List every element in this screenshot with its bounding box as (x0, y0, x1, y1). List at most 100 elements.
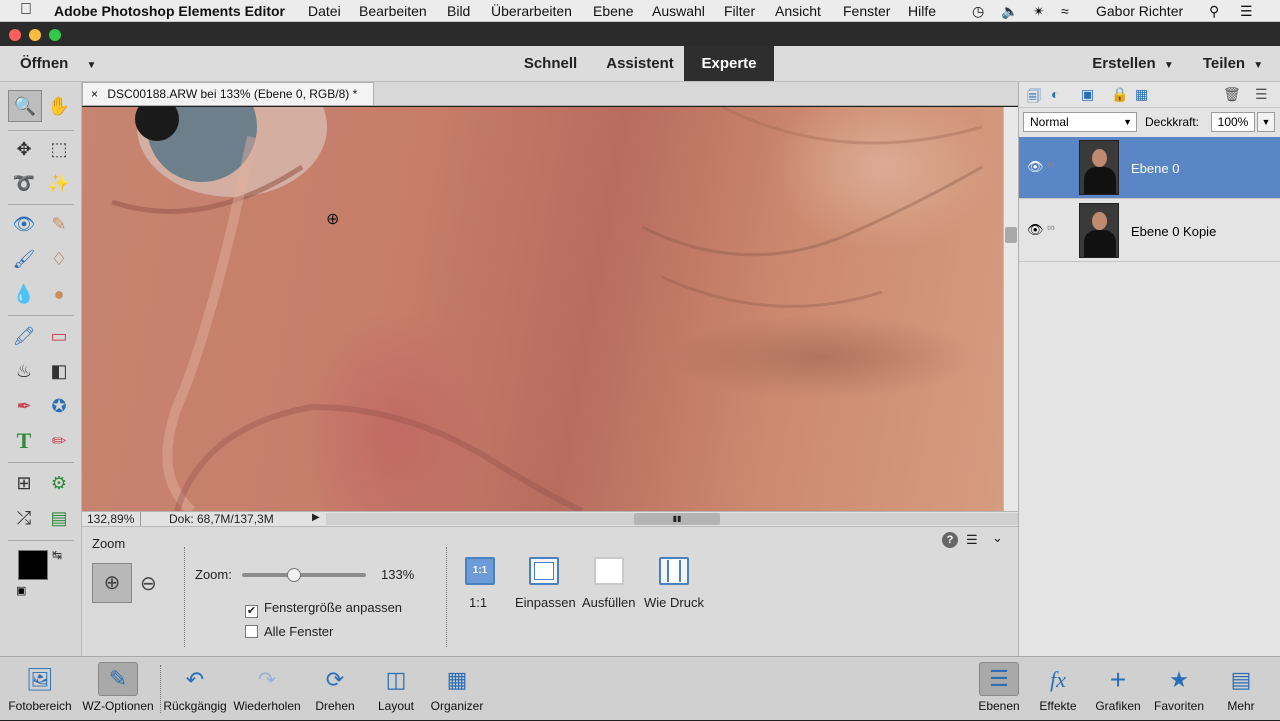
menu-ebene[interactable]: Ebene (593, 3, 633, 19)
paint-bucket-tool-icon[interactable]: ♨ (9, 356, 39, 386)
vertical-scroll-thumb[interactable] (1005, 227, 1017, 243)
menu-bild[interactable]: Bild (447, 3, 470, 19)
one-to-one-icon[interactable]: 1:1 (465, 557, 495, 585)
new-layer-icon[interactable]: 🗐 (1027, 86, 1041, 110)
layer-name[interactable]: Ebene 0 Kopie (1131, 224, 1216, 239)
graphics-panel-button[interactable]: + Grafiken (1088, 657, 1148, 721)
wifi-icon[interactable]: ≈ (1061, 3, 1069, 19)
zoom-out-icon[interactable]: ⊖ (140, 571, 157, 596)
bluetooth-icon[interactable]: ✴ (1033, 3, 1045, 20)
red-eye-tool-icon[interactable]: 👁 (9, 209, 39, 239)
horizontal-scrollbar[interactable]: ▮▮ (326, 513, 1018, 525)
eraser-tool-icon[interactable]: ▭ (44, 321, 74, 351)
share-button[interactable]: Teilen ▼ (1192, 46, 1274, 81)
create-button[interactable]: Erstellen ▼ (1088, 46, 1178, 81)
photo-bin-button[interactable]: 🖼 Fotobereich (2, 657, 78, 721)
print-size-label[interactable]: Wie Druck (644, 595, 704, 610)
menu-auswahl[interactable]: Auswahl (652, 3, 705, 19)
all-windows-option[interactable]: Alle Fenster (245, 624, 333, 639)
adjustment-layer-icon[interactable]: ◐ (1051, 86, 1059, 102)
opacity-input[interactable]: 100% (1211, 112, 1255, 132)
lasso-tool-icon[interactable]: ➰ (9, 168, 39, 198)
fit-screen-label[interactable]: Einpassen (515, 595, 576, 610)
zoom-slider[interactable] (242, 568, 366, 582)
delete-layer-icon[interactable]: 🗑 (1223, 86, 1241, 103)
redo-button[interactable]: ↷ Wiederholen (230, 657, 304, 721)
layer-name[interactable]: Ebene 0 (1131, 161, 1179, 176)
mode-quick-tab[interactable]: Schnell (513, 46, 588, 81)
blend-mode-select[interactable]: Normal ▼ (1023, 112, 1137, 132)
help-icon[interactable]: ? (942, 532, 958, 548)
brush-tool-icon[interactable]: 🖍 (9, 321, 39, 351)
menu-ueberarbeiten[interactable]: Überarbeiten (491, 3, 572, 19)
straighten-tool-icon[interactable]: ▤ (44, 503, 74, 533)
user-name[interactable]: Gabor Richter (1096, 3, 1183, 19)
favorites-panel-button[interactable]: ★ Favoriten (1150, 657, 1208, 721)
recompose-tool-icon[interactable]: ⚙ (44, 468, 74, 498)
fit-screen-icon[interactable] (529, 557, 559, 585)
layer-mask-icon[interactable]: ▣ (1081, 86, 1094, 103)
spot-healing-tool-icon[interactable]: ✎ (44, 209, 74, 239)
text-tool-icon[interactable]: T (9, 426, 39, 456)
visibility-eye-icon[interactable]: 👁 (1027, 222, 1044, 238)
sponge-tool-icon[interactable]: ● (44, 279, 74, 309)
gradient-tool-icon[interactable]: ◧ (44, 356, 74, 386)
smart-brush-tool-icon[interactable]: 🖌 (9, 244, 39, 274)
status-zoom[interactable]: 132,89% (87, 512, 134, 526)
crop-tool-icon[interactable]: ⊞ (9, 468, 39, 498)
print-size-icon[interactable] (659, 557, 689, 585)
layout-button[interactable]: ◫ Layout (368, 657, 424, 721)
lock-all-icon[interactable]: 🔒 (1111, 86, 1128, 103)
layers-menu-icon[interactable]: ☰ (1255, 86, 1268, 103)
mode-guided-tab[interactable]: Assistent (596, 46, 684, 81)
marquee-tool-icon[interactable]: ⬚ (44, 134, 74, 164)
notification-center-icon[interactable]: ☰ (1240, 3, 1253, 20)
move-tool-icon[interactable]: ✥ (9, 134, 39, 164)
menu-datei[interactable]: Datei (308, 3, 341, 19)
status-menu-arrow-icon[interactable]: ▶ (312, 512, 324, 526)
link-icon[interactable]: ∞ (1047, 222, 1055, 234)
pencil-tool-icon[interactable]: ✏ (44, 426, 74, 456)
blur-tool-icon[interactable]: 💧 (9, 279, 39, 309)
effects-panel-button[interactable]: fx Effekte (1030, 657, 1086, 721)
organizer-button[interactable]: ▦ Organizer (426, 657, 488, 721)
content-aware-move-tool-icon[interactable]: ⤮ (9, 503, 39, 533)
mode-expert-tab[interactable]: Experte (684, 46, 774, 81)
spotlight-search-icon[interactable]: ⚲ (1209, 3, 1219, 20)
layer-row-ebene-0[interactable]: 👁 ∞ Ebene 0 (1019, 137, 1280, 199)
menu-hilfe[interactable]: Hilfe (908, 3, 936, 19)
magic-wand-tool-icon[interactable]: ✨ (44, 168, 74, 198)
layers-panel-button[interactable]: ☰ Ebenen (970, 657, 1028, 721)
all-windows-checkbox[interactable] (245, 625, 258, 638)
panel-menu-icon[interactable]: ☰ (966, 532, 978, 548)
zoom-tool-icon[interactable]: 🔍 (8, 90, 42, 122)
resize-window-option[interactable]: ✔ Fenstergröße anpassen (245, 600, 402, 618)
opacity-dropdown-icon[interactable]: ▼ (1257, 112, 1275, 132)
menu-bearbeiten[interactable]: Bearbeiten (359, 3, 427, 19)
resize-window-checkbox[interactable]: ✔ (245, 605, 258, 618)
vertical-scrollbar[interactable] (1003, 107, 1018, 511)
layer-row-ebene-0-kopie[interactable]: 👁 ∞ Ebene 0 Kopie (1019, 200, 1280, 262)
window-zoom-button[interactable] (49, 29, 61, 41)
fill-screen-label[interactable]: Ausfüllen (582, 595, 635, 610)
clone-stamp-tool-icon[interactable]: ♢ (44, 244, 74, 274)
lock-transparency-icon[interactable]: ▦ (1135, 86, 1148, 103)
rotate-button[interactable]: ⟳ Drehen (306, 657, 364, 721)
image-canvas[interactable]: ⊕ (82, 107, 1003, 511)
horizontal-scroll-thumb[interactable]: ▮▮ (634, 513, 720, 525)
swap-colors-icon[interactable]: ↹ (52, 548, 62, 562)
open-button[interactable]: Öffnen ▼ (20, 46, 110, 81)
close-tab-icon[interactable]: × (91, 87, 98, 101)
more-panels-button[interactable]: ▤ Mehr (1212, 657, 1270, 721)
undo-button[interactable]: ↶ Rückgängig (162, 657, 228, 721)
collapse-panel-icon[interactable]: ⌄ (992, 530, 1003, 546)
hand-tool-icon[interactable]: ✋ (44, 91, 74, 121)
volume-icon[interactable]: 🔈 (1001, 3, 1018, 20)
visibility-eye-icon[interactable]: 👁 (1027, 159, 1044, 175)
foreground-color-swatch[interactable] (18, 550, 48, 580)
link-icon[interactable]: ∞ (1047, 159, 1055, 171)
default-colors-icon[interactable]: ▣ (16, 584, 26, 597)
one-to-one-label[interactable]: 1:1 (469, 595, 487, 610)
time-machine-icon[interactable]: ◷ (972, 3, 984, 20)
fill-screen-icon[interactable] (594, 557, 624, 585)
